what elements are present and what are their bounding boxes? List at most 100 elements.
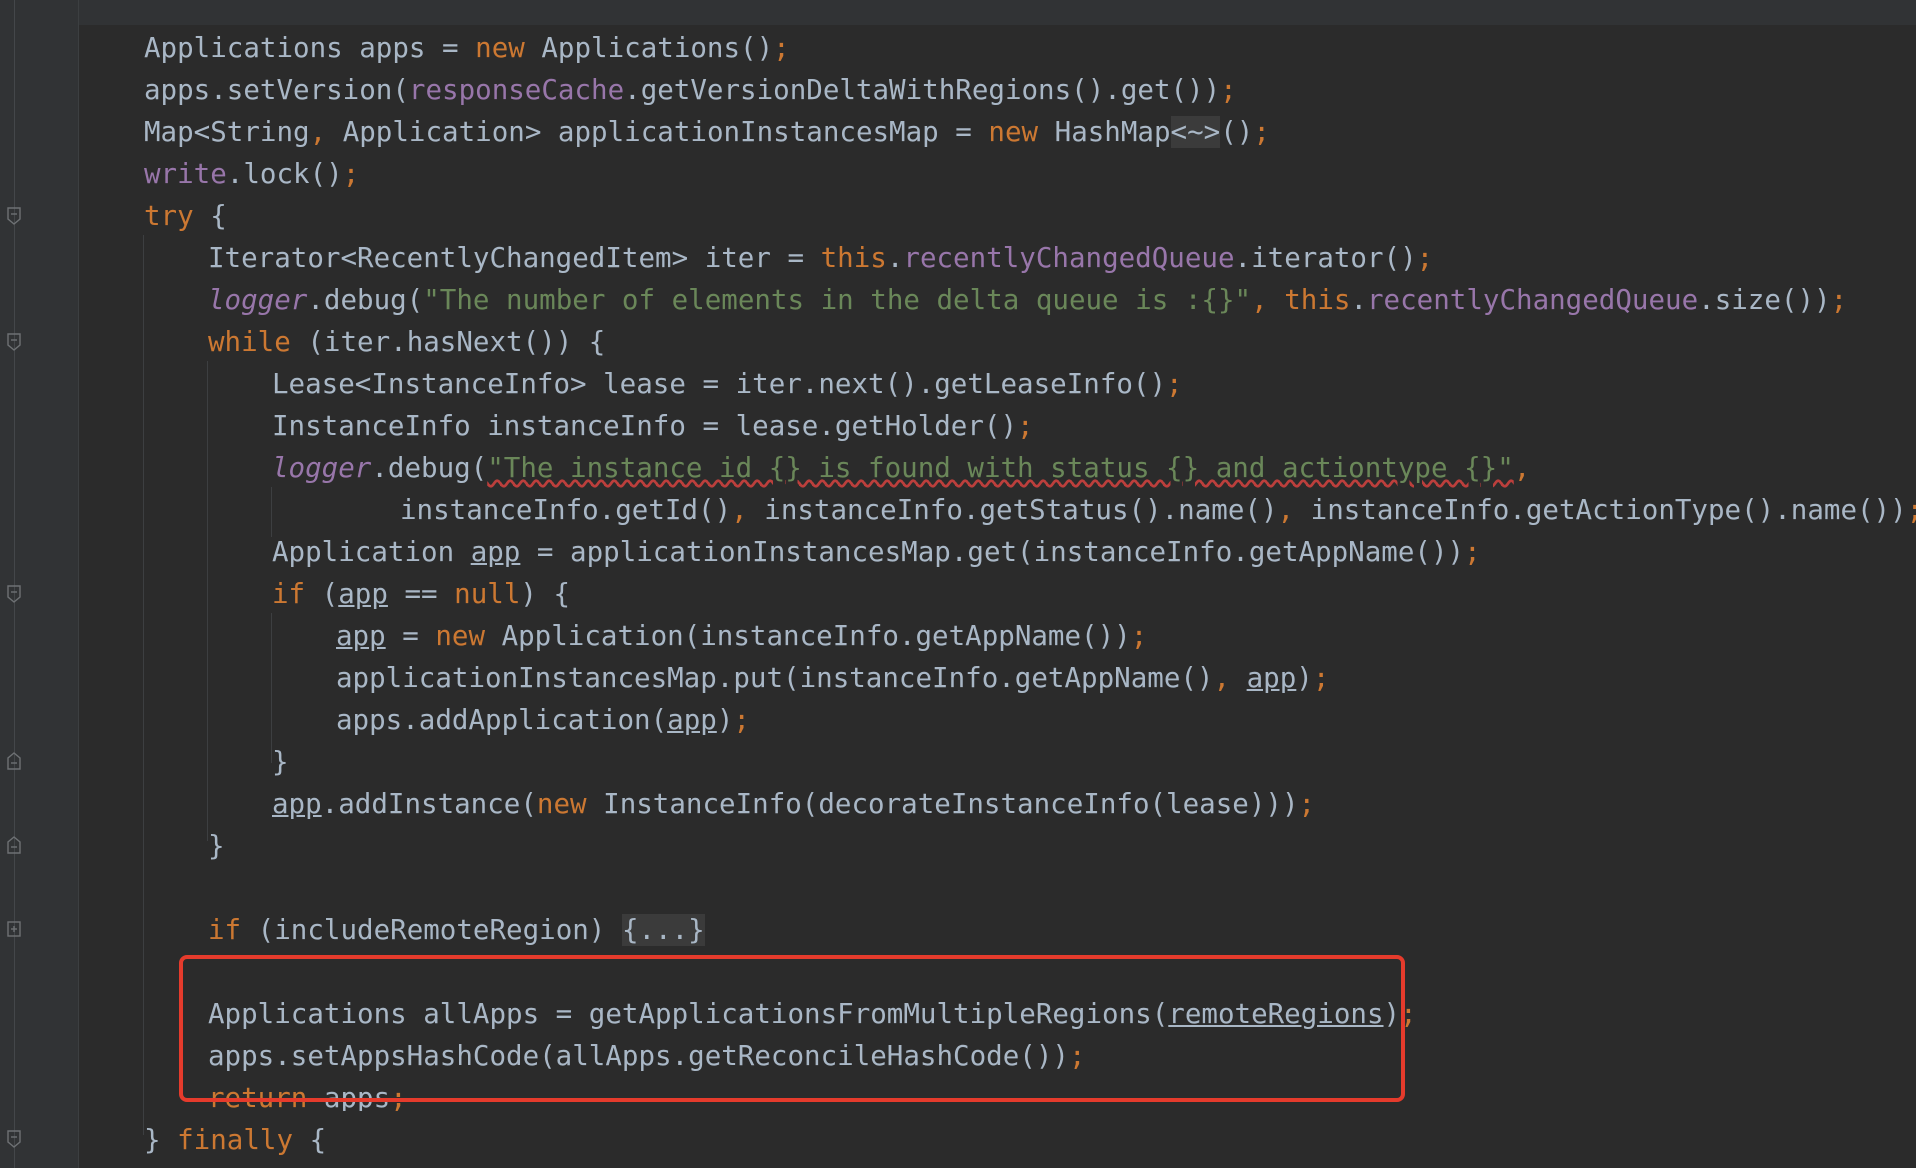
- code-token: Lease<InstanceInfo> lease = iter.next().…: [272, 368, 1167, 400]
- code-token: app: [667, 704, 717, 736]
- code-line[interactable]: try {: [144, 195, 227, 237]
- code-token: ;: [1416, 242, 1434, 274]
- code-line[interactable]: Lease<InstanceInfo> lease = iter.next().…: [272, 363, 1183, 405]
- fold-end-icon[interactable]: [7, 836, 21, 854]
- code-token: (): [1220, 116, 1254, 148]
- code-token: apps.setVersion(: [144, 74, 409, 106]
- code-token: try: [144, 200, 194, 232]
- code-token: instanceInfo.getActionType().name()): [1294, 494, 1907, 526]
- code-line[interactable]: Map<String, Application> applicationInst…: [144, 111, 1270, 153]
- code-token: apps.addApplication(: [336, 704, 668, 736]
- code-token: ;: [1166, 368, 1183, 400]
- code-line[interactable]: logger.debug("The instance id {} is foun…: [272, 447, 1530, 489]
- code-token: while: [208, 326, 291, 358]
- code-token: logger: [272, 452, 372, 484]
- code-token: .: [1350, 284, 1367, 316]
- code-line[interactable]: app = new Application(instanceInfo.getAp…: [336, 615, 1147, 657]
- code-token: ;: [1464, 536, 1481, 568]
- code-token: ;: [1830, 284, 1848, 316]
- code-token: Applications apps =: [144, 32, 476, 64]
- code-token: .debug(: [371, 452, 488, 484]
- code-token: logger: [208, 284, 308, 316]
- code-token: }: [272, 746, 289, 778]
- expand-fold-icon[interactable]: [7, 920, 21, 938]
- code-token: app: [470, 536, 521, 568]
- code-token: new: [475, 32, 525, 64]
- code-token: Map<String: [144, 116, 310, 148]
- code-token: app: [272, 788, 322, 820]
- fold-end-icon[interactable]: [7, 752, 21, 770]
- code-token: (iter.hasNext()) {: [290, 326, 606, 358]
- code-line[interactable]: }: [208, 825, 225, 867]
- code-token: = applicationInstancesMap.get(instanceIn…: [520, 536, 1465, 568]
- code-token: ,: [1513, 452, 1531, 484]
- code-token: ;: [1312, 662, 1330, 694]
- code-token: recentlyChangedQueue: [1367, 284, 1699, 316]
- code-token: applicationInstancesMap.put(instanceInfo…: [336, 662, 1214, 694]
- code-line[interactable]: instanceInfo.getId(), instanceInfo.getSt…: [400, 489, 1916, 531]
- code-token: .getVersionDeltaWithRegions().get()): [624, 74, 1221, 106]
- indent-guide: [207, 361, 208, 841]
- fold-icon[interactable]: [7, 207, 21, 225]
- code-token: ) {: [520, 578, 571, 610]
- code-token: ;: [1253, 116, 1270, 148]
- code-token: null: [454, 578, 521, 610]
- code-token: (: [305, 578, 339, 610]
- code-token: new: [536, 788, 587, 820]
- code-line[interactable]: Application app = applicationInstancesMa…: [272, 531, 1481, 573]
- code-line[interactable]: Iterator<RecentlyChangedItem> iter = thi…: [208, 237, 1433, 279]
- code-line[interactable]: apps.setVersion(responseCache.getVersion…: [144, 69, 1237, 111]
- code-token: ,: [731, 494, 748, 526]
- code-line[interactable]: }: [272, 741, 289, 783]
- code-token: ;: [733, 704, 750, 736]
- code-token: ;: [1298, 788, 1316, 820]
- code-line[interactable]: InstanceInfo instanceInfo = lease.getHol…: [272, 405, 1034, 447]
- code-token: InstanceInfo instanceInfo = lease.getHol…: [272, 410, 1018, 442]
- code-token: }: [208, 830, 225, 862]
- code-token: HashMap: [1038, 116, 1171, 148]
- code-line[interactable]: if (app == null) {: [272, 573, 570, 615]
- code-token: }: [144, 1124, 178, 1156]
- code-token: ;: [773, 32, 790, 64]
- fold-icon[interactable]: [7, 1130, 21, 1148]
- code-token: .lock(): [226, 158, 343, 190]
- code-token: app: [338, 578, 388, 610]
- code-line[interactable]: Applications apps = new Applications();: [144, 27, 790, 69]
- code-token: recentlyChangedQueue: [903, 242, 1235, 274]
- code-token: this: [820, 242, 887, 274]
- code-token: finally: [177, 1124, 294, 1156]
- code-token: {: [193, 200, 227, 232]
- code-editor[interactable]: Applications apps = new Applications(); a…: [0, 0, 1916, 1168]
- code-token: InstanceInfo(decorateInstanceInfo(lease)…: [586, 788, 1299, 820]
- code-token: ): [716, 704, 734, 736]
- code-token: ,: [309, 116, 327, 148]
- code-token: if: [272, 578, 306, 610]
- code-line[interactable]: applicationInstancesMap.put(instanceInfo…: [336, 657, 1329, 699]
- code-line[interactable]: apps.addApplication(app);: [336, 699, 750, 741]
- code-token: Application(instanceInfo.getAppName()): [485, 620, 1131, 652]
- code-token: Iterator<RecentlyChangedItem> iter =: [208, 242, 821, 274]
- code-line[interactable]: logger.debug("The number of elements in …: [208, 279, 1847, 321]
- code-line[interactable]: write.lock();: [144, 153, 359, 195]
- code-token: "The number of elements in the delta que…: [423, 284, 1252, 316]
- fold-icon[interactable]: [7, 585, 21, 603]
- code-token: .: [886, 242, 904, 274]
- editor-top-strip: [0, 0, 1916, 25]
- code-token: =: [385, 620, 436, 652]
- code-line[interactable]: } finally {: [144, 1119, 326, 1161]
- code-token: ;: [1130, 620, 1148, 652]
- code-token: write: [144, 158, 227, 190]
- code-line[interactable]: if (includeRemoteRegion) {...}: [208, 909, 705, 951]
- code-token: instanceInfo.getId(): [400, 494, 732, 526]
- code-token: ==: [387, 578, 455, 610]
- code-token: app: [336, 620, 386, 652]
- fold-icon[interactable]: [7, 333, 21, 351]
- code-token: .iterator(): [1234, 242, 1417, 274]
- code-token: ,: [1277, 494, 1295, 526]
- code-token: ;: [1017, 410, 1034, 442]
- code-token: (includeRemoteRegion): [241, 914, 622, 946]
- indent-guide: [271, 487, 272, 537]
- code-line[interactable]: while (iter.hasNext()) {: [208, 321, 605, 363]
- code-line[interactable]: app.addInstance(new InstanceInfo(decorat…: [272, 783, 1315, 825]
